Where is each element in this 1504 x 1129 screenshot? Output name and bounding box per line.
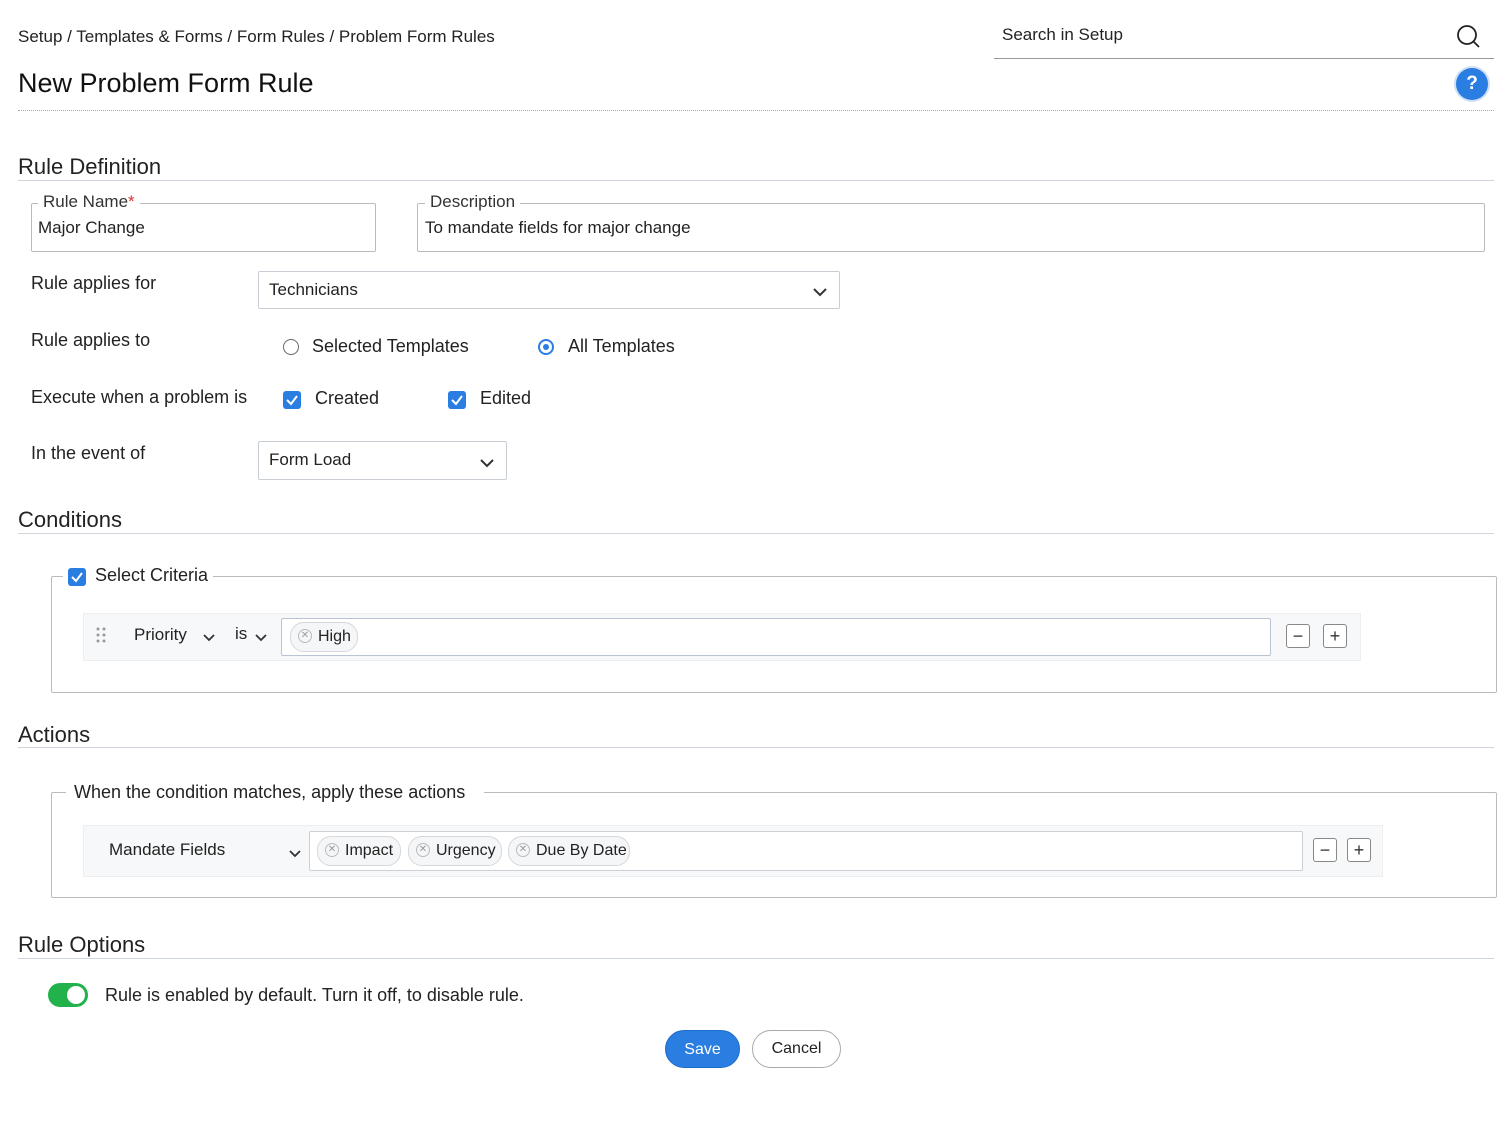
save-button[interactable]: Save (665, 1030, 740, 1068)
remove-action-button[interactable]: − (1313, 838, 1337, 862)
section-divider (18, 958, 1494, 959)
event-label: In the event of (31, 443, 146, 463)
add-action-button[interactable]: + (1347, 838, 1371, 862)
radio-all-templates[interactable] (538, 339, 554, 355)
field-tag: ✕ Impact (317, 836, 401, 866)
value-tag: ✕ High (290, 622, 358, 652)
cancel-button[interactable]: Cancel (752, 1030, 841, 1068)
checkbox-edited-label: Edited (480, 388, 532, 408)
required-mark: * (128, 192, 135, 211)
section-divider (18, 533, 1494, 534)
execute-label: Execute when a problem is (31, 387, 248, 407)
chevron-down-icon[interactable] (255, 629, 267, 647)
rule-enabled-text: Rule is enabled by default. Turn it off,… (105, 985, 524, 1005)
section-divider (18, 747, 1494, 748)
rule-name-field[interactable]: Rule Name* Major Change (31, 192, 376, 252)
applies-for-label: Rule applies for (31, 273, 157, 293)
description-label: Description (425, 192, 521, 212)
criteria-operator-value: is (235, 624, 248, 643)
criteria-field-value: Priority (134, 625, 187, 644)
chevron-down-icon[interactable] (203, 629, 215, 647)
checkbox-created[interactable] (283, 391, 301, 409)
remove-tag-icon[interactable]: ✕ (516, 843, 530, 857)
section-title-rule-definition: Rule Definition (18, 154, 162, 179)
title-divider (18, 110, 1494, 111)
section-title-conditions: Conditions (18, 507, 122, 532)
breadcrumb: Setup / Templates & Forms / Form Rules /… (18, 27, 495, 46)
rule-name-value: Major Change (38, 218, 145, 237)
radio-all-templates-label: All Templates (568, 336, 675, 356)
section-title-actions: Actions (18, 722, 91, 747)
description-value: To mandate fields for major change (425, 218, 691, 237)
rule-enabled-toggle[interactable] (48, 983, 88, 1007)
remove-criteria-button[interactable]: − (1286, 624, 1310, 648)
section-title-rule-options: Rule Options (18, 932, 146, 957)
description-field[interactable]: Description To mandate fields for major … (417, 192, 1485, 252)
event-select[interactable]: Form Load (258, 441, 507, 480)
criteria-field-select[interactable]: Priority (134, 625, 187, 645)
applies-for-select[interactable]: Technicians (258, 271, 840, 309)
page-title: New Problem Form Rule (18, 68, 314, 98)
applies-to-label: Rule applies to (31, 330, 151, 350)
help-icon[interactable]: ? (1456, 68, 1488, 100)
remove-tag-icon[interactable]: ✕ (416, 843, 430, 857)
field-tag: ✕ Due By Date (508, 836, 630, 866)
radio-selected-templates-label: Selected Templates (312, 336, 469, 356)
toggle-knob (67, 986, 85, 1004)
checkbox-created-label: Created (315, 388, 380, 408)
chevron-down-icon[interactable] (289, 845, 301, 863)
remove-tag-icon[interactable]: ✕ (325, 843, 339, 857)
select-criteria-label: Select Criteria (95, 565, 209, 585)
chevron-down-icon (480, 455, 494, 473)
field-tag: ✕ Urgency (408, 836, 502, 866)
remove-tag-icon[interactable]: ✕ (298, 629, 312, 643)
setup-search (994, 18, 1494, 59)
event-value: Form Load (269, 450, 352, 469)
criteria-value-input[interactable]: ✕ High (281, 618, 1271, 656)
criteria-operator-select[interactable]: is (235, 624, 247, 644)
applies-for-value: Technicians (269, 280, 358, 299)
action-fields-input[interactable]: ✕ Impact ✕ Urgency ✕ Due By Date (309, 831, 1303, 871)
actions-legend: When the condition matches, apply these … (74, 782, 466, 802)
rule-name-label: Rule Name* (38, 192, 140, 212)
section-divider (18, 180, 1494, 181)
radio-selected-templates[interactable] (283, 339, 299, 355)
action-type-select[interactable]: Mandate Fields (109, 840, 225, 860)
checkbox-edited[interactable] (448, 391, 466, 409)
chevron-down-icon (813, 284, 827, 302)
select-criteria-checkbox[interactable] (68, 568, 86, 586)
action-type-value: Mandate Fields (109, 840, 226, 859)
drag-handle-icon[interactable] (95, 626, 107, 649)
search-icon[interactable] (1456, 24, 1482, 55)
add-criteria-button[interactable]: + (1323, 624, 1347, 648)
search-input[interactable] (1000, 24, 1444, 46)
